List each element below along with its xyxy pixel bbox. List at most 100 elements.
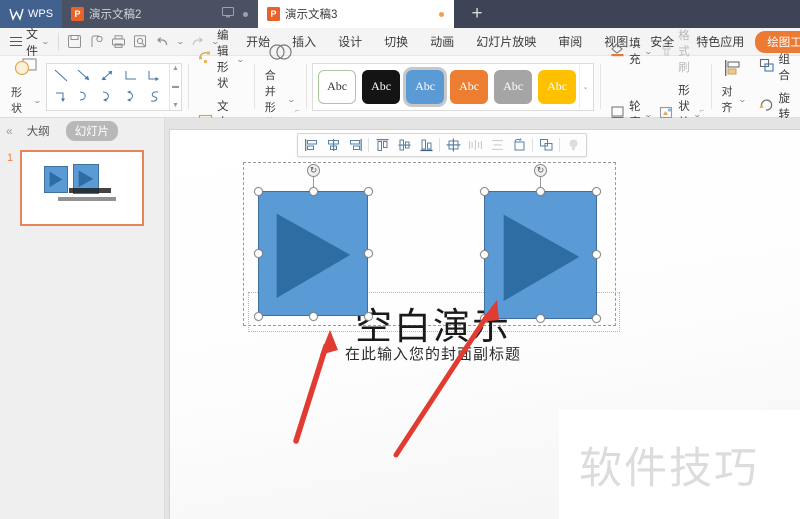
shape-style-swatch-4[interactable]: Abc [450, 69, 489, 104]
shape-style-swatch-6[interactable]: Abc [538, 69, 577, 104]
resize-handle-n-1[interactable] [309, 187, 318, 196]
shapes-button[interactable]: 形状 ⌄ [6, 57, 46, 116]
align-left-icon[interactable] [300, 135, 322, 155]
align-top-icon[interactable] [371, 135, 393, 155]
document-tab-1[interactable]: P 演示文稿2 [62, 0, 258, 28]
slide-subtitle-text[interactable]: 在此输入您的封面副标题 [253, 343, 613, 364]
resize-handle-ne-1[interactable] [364, 187, 373, 196]
resize-handle-sw-2[interactable] [480, 314, 489, 323]
print-icon[interactable] [111, 34, 126, 49]
undo-dropdown-icon[interactable]: ⌄ [175, 37, 184, 46]
sidebar-tab-outline[interactable]: 大纲 [21, 121, 56, 141]
shape-freeform-icon[interactable] [143, 87, 166, 108]
distribute-vertical-icon [486, 135, 508, 155]
new-tab-button[interactable]: + [454, 0, 500, 28]
ribbon-tab-slideshow[interactable]: 幻灯片放映 [465, 30, 547, 53]
resize-handle-sw-1[interactable] [254, 312, 263, 321]
file-menu-button[interactable]: 文件 ⌄ [0, 25, 56, 59]
cast-icon[interactable] [222, 7, 234, 21]
resize-handle-nw-1[interactable] [254, 187, 263, 196]
presentation-file-icon: P [267, 7, 280, 21]
resize-handle-w-2[interactable] [480, 250, 489, 259]
ribbon-tab-review[interactable]: 审阅 [547, 30, 593, 53]
group-icon[interactable] [535, 135, 557, 155]
shapes-icon [13, 57, 39, 82]
watermark-panel: 软件技巧 [559, 410, 800, 519]
save-icon[interactable] [67, 34, 82, 49]
ribbon-group-shapes: 形状 ⌄ ▲ ▬ ▼ [0, 56, 188, 117]
close-tab-1-icon[interactable] [243, 11, 248, 17]
shape-elbow-double-arrow-icon[interactable] [50, 87, 73, 108]
shape-curve-double-arrow-icon[interactable] [120, 87, 143, 108]
fill-button[interactable]: 填充 ⌄ [606, 33, 655, 69]
align-bottom-icon[interactable] [415, 135, 437, 155]
file-menu-label: 文件 [26, 26, 39, 58]
save-as-icon[interactable] [89, 34, 104, 49]
align-center-horizontal-icon[interactable] [322, 135, 344, 155]
slide-navigation-sidebar: « 大纲 幻灯片 1 [0, 118, 165, 519]
shape-line-icon[interactable] [50, 66, 73, 87]
edit-shape-button[interactable]: 编辑形状 ⌄ [194, 25, 248, 93]
shape-curve-arrow-icon[interactable] [96, 87, 119, 108]
play-triangle-shape-1[interactable] [258, 191, 368, 316]
shape-arrow-icon[interactable] [73, 66, 96, 87]
resize-handle-e-1[interactable] [364, 249, 373, 258]
shape-elbow-arrow-icon[interactable] [143, 66, 166, 87]
rotate-icon[interactable] [508, 135, 530, 155]
shape-style-swatch-1[interactable]: Abc [318, 69, 357, 104]
print-preview-icon[interactable] [133, 34, 148, 49]
undo-icon[interactable] [155, 34, 170, 49]
style-gallery-more-icon[interactable]: ⌄ [579, 64, 591, 109]
resize-handle-s-1[interactable] [309, 312, 318, 321]
resize-handle-nw-2[interactable] [480, 187, 489, 196]
slide-thumbnail-1[interactable] [20, 150, 144, 226]
resize-handle-se-2[interactable] [592, 314, 601, 323]
resize-handle-ne-2[interactable] [592, 187, 601, 196]
chevron-down-icon: ⌄ [32, 95, 43, 105]
ribbon-group-fill-outline: 填充 ⌄ 格式刷 轮廓 [600, 30, 710, 145]
sidebar-tab-slides[interactable]: 幻灯片 [65, 121, 119, 141]
ribbon-tab-design[interactable]: 设计 [327, 30, 373, 53]
scroll-up-icon[interactable]: ▲ [172, 65, 179, 72]
rotate-handle-2[interactable]: ↻ [534, 164, 547, 177]
shape-style-gallery[interactable]: Abc Abc Abc Abc Abc Abc ⌄ [312, 62, 595, 111]
watermark-text: 软件技巧 [579, 444, 759, 494]
shape-gallery-grid [47, 64, 169, 110]
shape-gallery-scrollbar[interactable]: ▲ ▬ ▼ [169, 63, 181, 110]
align-to-slide-icon[interactable] [442, 135, 464, 155]
resize-handle-e-2[interactable] [592, 250, 601, 259]
rotate-handle-1[interactable]: ↻ [307, 164, 320, 177]
floating-align-toolbar [297, 133, 587, 157]
slide-thumbnail-item[interactable]: 1 [7, 150, 156, 226]
resize-handle-se-1[interactable] [364, 312, 373, 321]
align-right-icon[interactable] [344, 135, 366, 155]
resize-handle-n-2[interactable] [536, 187, 545, 196]
chevron-down-icon: ⌄ [40, 37, 51, 46]
merge-dialog-launcher-icon[interactable]: ⌐ [295, 107, 302, 115]
fill-icon [610, 42, 625, 60]
resize-handle-w-1[interactable] [254, 249, 263, 258]
format-painter-label: 格式刷 [678, 30, 690, 74]
shape-style-swatch-2[interactable]: Abc [362, 69, 401, 104]
ribbon-tab-transition[interactable]: 切换 [373, 30, 419, 53]
swatch-label: Abc [459, 79, 480, 93]
align-button[interactable]: 对齐 ⌄ [717, 58, 751, 115]
shape-gallery[interactable]: ▲ ▬ ▼ [45, 62, 182, 111]
ribbon-tab-animation[interactable]: 动画 [419, 30, 465, 53]
shape-style-swatch-5[interactable]: Abc [494, 69, 533, 104]
scroll-thumb[interactable]: ▬ [172, 83, 179, 90]
align-middle-icon[interactable] [393, 135, 415, 155]
chevron-down-icon: ⌄ [737, 94, 747, 104]
play-triangle-shape-2[interactable] [484, 191, 597, 319]
close-tab-2-icon[interactable] [439, 11, 444, 17]
document-tab-2[interactable]: P 演示文稿3 [258, 0, 454, 28]
shape-format-dialog-launcher-icon[interactable]: ⌐ [700, 107, 707, 115]
shape-elbow-connector-icon[interactable] [120, 66, 143, 87]
shape-style-swatch-3[interactable]: Abc [403, 66, 448, 107]
shape-double-arrow-icon[interactable] [96, 66, 119, 87]
shape-curve-icon[interactable] [73, 87, 96, 108]
group-button[interactable]: 组合 [755, 49, 795, 85]
collapse-sidebar-icon[interactable]: « [6, 124, 13, 138]
resize-handle-s-2[interactable] [536, 314, 545, 323]
scroll-down-icon[interactable]: ▼ [172, 102, 179, 109]
